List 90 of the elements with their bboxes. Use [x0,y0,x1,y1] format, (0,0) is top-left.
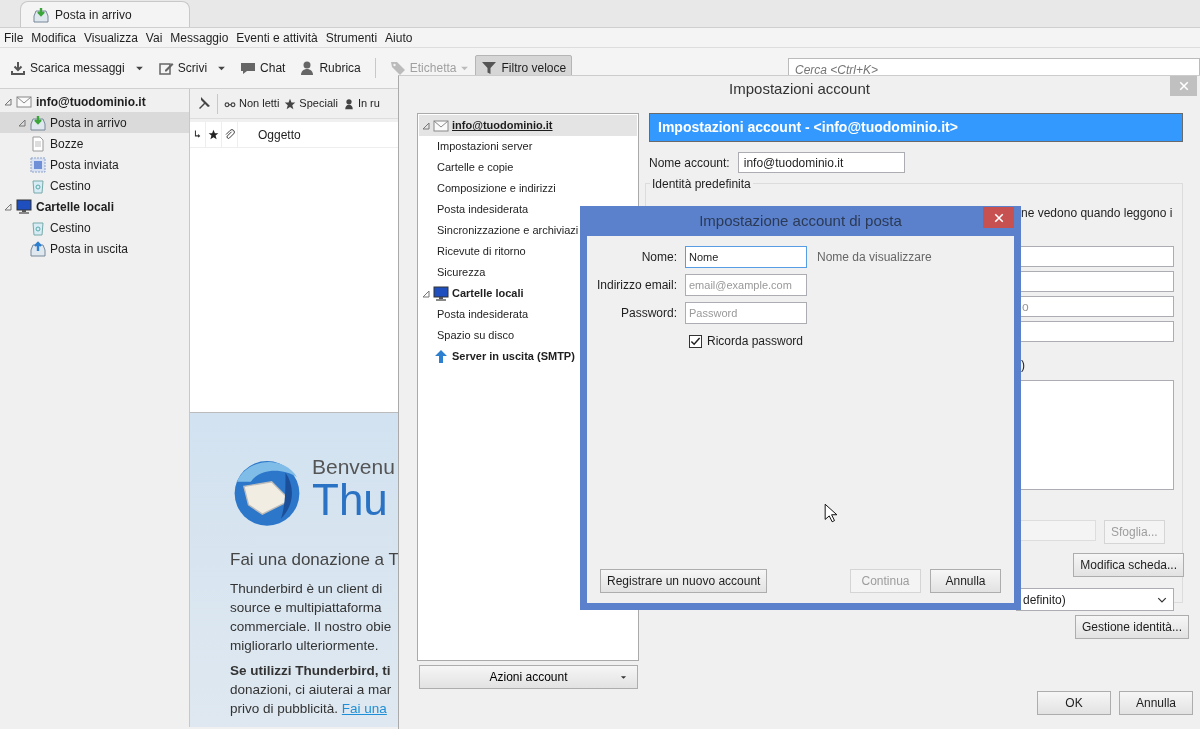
donate-heading: Fai una donazione a T [230,549,400,571]
menu-item[interactable]: Modifica [27,28,81,47]
speech-bubble-icon [240,60,257,76]
actions-button[interactable]: Azioni account [419,665,638,689]
tree-item[interactable]: Cartelle e copie [419,157,637,178]
tree-item[interactable]: Composizione e indirizzi [419,178,637,199]
toolbar-button[interactable]: Chat [234,55,292,81]
menu-item[interactable]: Strumenti [321,28,382,47]
register-button[interactable]: Registrare un nuovo account [600,569,768,593]
menu-item[interactable]: Vai [141,28,167,47]
hint-text: Nome da visualizzare [816,249,933,266]
filter-button[interactable]: Speciali [283,95,339,112]
folder-item[interactable]: Posta inviata [0,154,189,175]
envelope-icon [433,117,449,134]
check-icon [690,335,701,347]
manage-identities-button[interactable]: Gestione identità... [1074,615,1189,639]
filter-button[interactable]: In ru [341,95,381,112]
tree-item[interactable]: info@tuodominio.it [419,115,637,136]
person-icon [299,60,316,76]
tree-item[interactable]: Server in uscita (SMTP) [419,346,637,367]
monitor-icon [433,285,449,302]
trash-icon [30,177,46,194]
menu-item[interactable]: Visualizza [80,28,142,47]
document-icon [30,135,46,152]
menu-item[interactable]: Aiuto [381,28,417,47]
folder-item[interactable]: Cestino [0,217,189,238]
dialog-button[interactable]: Annulla [930,569,1001,593]
expander-icon[interactable] [422,121,430,130]
toolbar-button[interactable]: Rubrica [293,55,367,81]
account-name-field[interactable]: info@tuodominio.it [737,152,905,173]
toolbar-button[interactable]: Scarica messaggi [4,55,131,81]
menu-item[interactable]: Eventi e attività [232,28,322,47]
page-header: Impostazioni account - <info@tuodominio.it> [649,113,1183,142]
dialog-title: Impostazione account di posta [699,210,902,231]
paragraph: Thunderbird è un client di source e multipiattaforma commerciale. Il nostro obie migliorarlo ulteriormente. [230,579,393,655]
person-icon [342,97,355,110]
menu-item[interactable]: Messaggio [166,28,233,47]
expander-icon[interactable] [422,289,430,298]
field-label: ) [1020,357,1025,374]
paragraph: Se utilizzi Thunderbird, ti donazioni, ci aiuterai a mar privo di pubblicità. Fai una [230,661,393,718]
cursor-icon [824,503,838,523]
caret-icon [620,673,627,681]
dialog-button[interactable]: OK [1037,691,1111,715]
close-button[interactable] [983,207,1014,228]
trash-icon [30,219,46,236]
close-icon [993,212,1004,223]
expander-icon[interactable] [18,118,26,127]
description-text: ne vedono quando leggono i [1020,205,1174,222]
dialog-title: Impostazioni account [729,79,870,100]
field-label: Indirizzo email: [595,277,677,294]
folder-item[interactable]: Cartelle locali [0,196,189,217]
input-field[interactable]: email@example.com [685,274,807,296]
edit-card-button[interactable]: Modifica scheda... [1073,553,1184,577]
toolbar-button[interactable]: Scrivi [151,55,214,81]
pencil-icon [157,60,174,76]
folder-item[interactable]: info@tuodominio.it [0,91,189,112]
star-icon [284,97,297,110]
product-name: Thu [312,478,389,523]
thread-icon[interactable] [192,129,203,140]
folder-item[interactable]: Posta in uscita [0,238,189,259]
paperclip-icon[interactable] [224,129,235,140]
select-field[interactable]: definito) [1016,588,1174,611]
welcome-text: Benvenu [312,455,395,479]
close-icon [1178,81,1189,91]
input-field[interactable]: Password [685,302,807,324]
upload-icon [433,348,449,365]
expander-icon[interactable] [4,202,12,211]
expander-icon[interactable] [4,97,12,106]
filter-button[interactable]: Non letti [223,95,281,112]
menu-item[interactable]: File [0,28,28,47]
dialog-button[interactable]: Annulla [1119,691,1193,715]
envelope-icon [16,93,32,110]
folder-item[interactable]: Cestino [0,175,189,196]
inbox-icon [30,114,46,131]
stamp-icon [30,156,46,173]
folder-item[interactable]: Posta in arrivo [0,112,189,133]
field-label: Password: [619,305,677,322]
field-label: Nome account: [649,154,730,172]
star-icon[interactable] [208,129,219,140]
checkbox[interactable] [689,334,702,348]
input-field[interactable]: Nome [685,246,807,268]
checkbox-label: Ricorda password [707,333,804,350]
tree-item[interactable]: Impostazioni server [419,136,637,157]
field-label: Nome: [640,249,677,266]
inbox-icon [33,6,49,23]
download-icon [10,60,26,76]
folder-item[interactable]: Bozze [0,133,189,154]
outbox-icon [30,240,46,257]
monitor-icon [16,198,32,215]
window-tab[interactable]: Posta in arrivo [20,1,190,27]
